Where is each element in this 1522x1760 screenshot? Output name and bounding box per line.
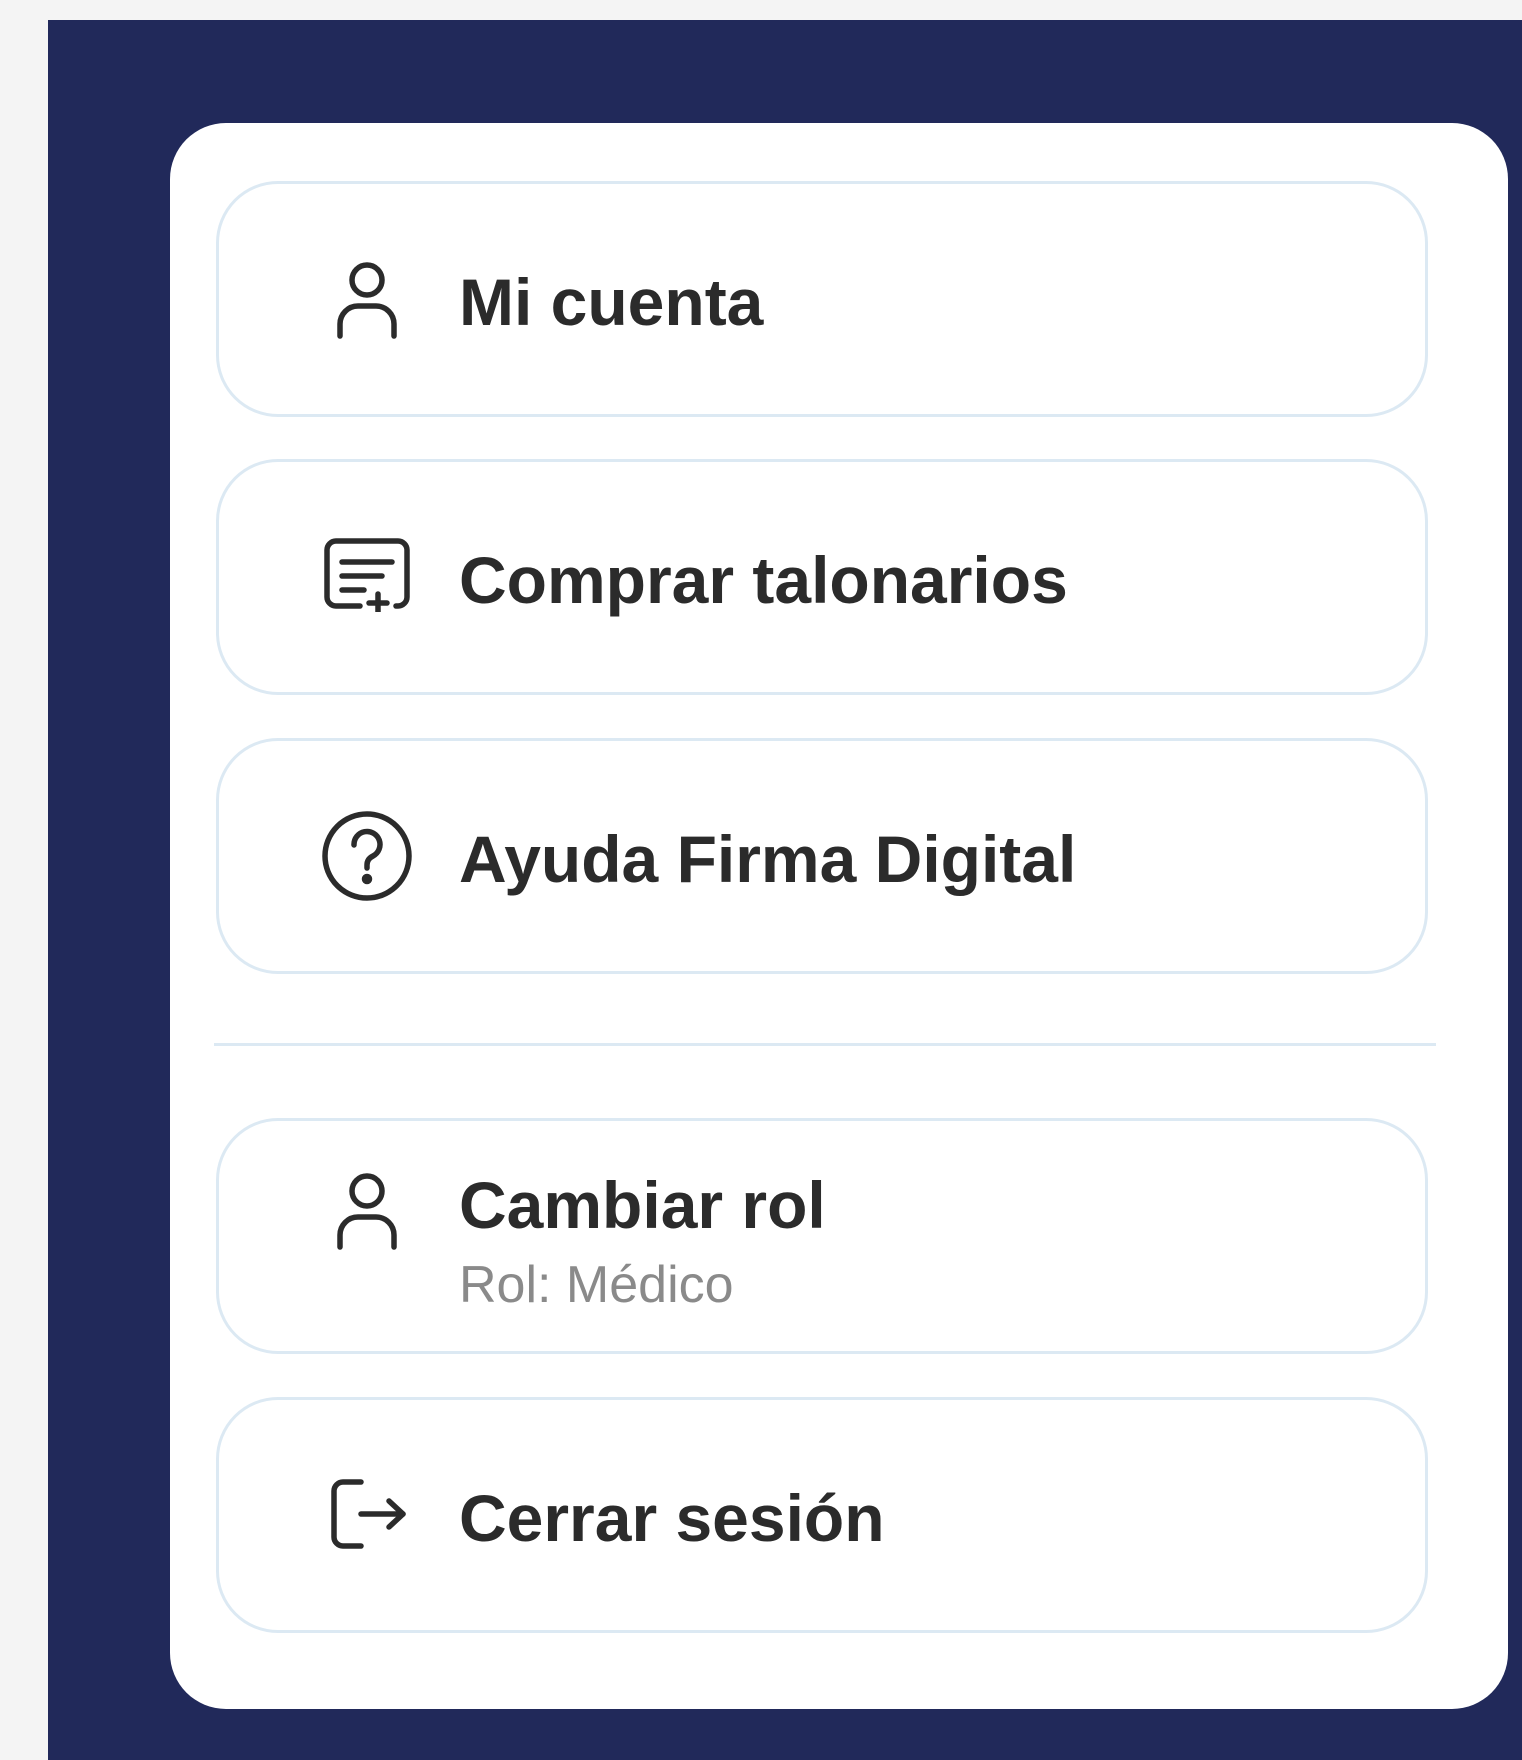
logout-button[interactable]: Cerrar sesión — [216, 1397, 1428, 1633]
menu-item-label: Cerrar sesión — [459, 1481, 885, 1555]
menu-item-cambiar-rol[interactable]: Cambiar rol Rol: Médico — [216, 1118, 1428, 1354]
menu-item-comprar-talonarios[interactable]: Comprar talonarios — [216, 459, 1428, 695]
menu-item-mi-cuenta[interactable]: Mi cuenta — [216, 181, 1428, 417]
user-icon — [317, 250, 417, 350]
user-icon — [317, 1161, 417, 1261]
current-role-text: Rol: Médico — [459, 1256, 734, 1314]
help-circle-icon — [317, 806, 417, 906]
user-menu-card: Mi cuenta Comprar talonarios Ayuda Firma… — [170, 123, 1508, 1709]
logout-icon — [317, 1464, 417, 1564]
menu-item-ayuda-firma-digital[interactable]: Ayuda Firma Digital — [216, 738, 1428, 974]
menu-divider — [214, 1043, 1436, 1046]
menu-item-label: Ayuda Firma Digital — [459, 822, 1077, 896]
receipt-add-icon — [317, 524, 417, 624]
menu-item-label: Comprar talonarios — [459, 543, 1068, 617]
menu-item-label: Mi cuenta — [459, 265, 764, 339]
user-menu-panel: Mi cuenta Comprar talonarios Ayuda Firma… — [48, 20, 1522, 1760]
menu-item-label: Cambiar rol — [459, 1168, 826, 1242]
